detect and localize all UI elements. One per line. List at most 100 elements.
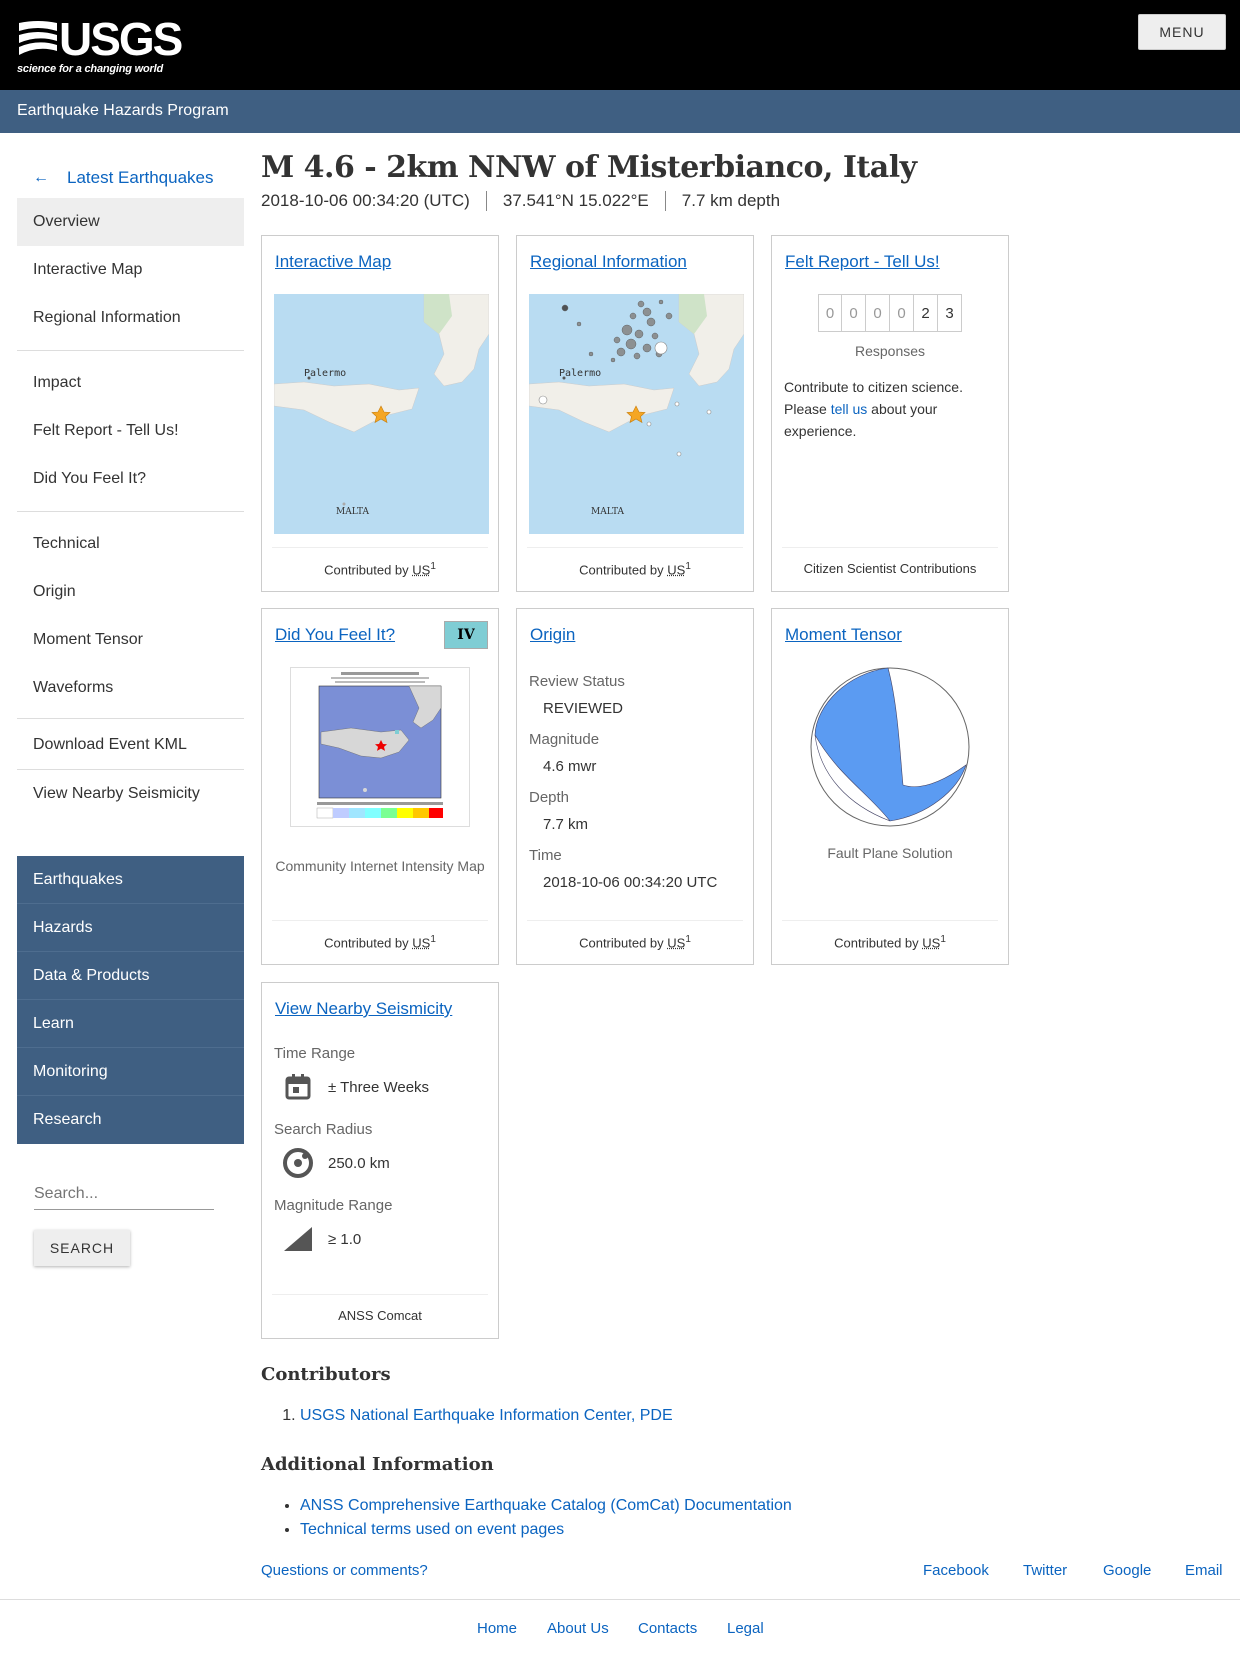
review-status-label: Review Status — [529, 673, 625, 690]
dyfi-link[interactable]: Did You Feel It? — [275, 625, 395, 645]
footer-contributed-label: Contributed by — [834, 935, 919, 951]
site-nav-hazards[interactable]: Hazards — [17, 904, 244, 952]
search-radius-label: Search Radius — [274, 1121, 373, 1138]
nearby-seismicity-footer: ANSS Comcat — [272, 1294, 488, 1328]
fault-plane-caption: Fault Plane Solution — [827, 845, 953, 861]
contributor-us[interactable]: US — [667, 935, 685, 950]
footer-about-link[interactable]: About Us — [547, 1620, 609, 1637]
review-status-value: REVIEWED — [543, 700, 624, 717]
origin-card[interactable]: Origin Review Status REVIEWED Magnitude … — [516, 608, 754, 965]
sidenav-divider — [17, 718, 244, 719]
google-link[interactable]: Google — [1103, 1562, 1151, 1579]
comcat-docs-link[interactable]: ANSS Comprehensive Earthquake Catalog (C… — [300, 1497, 792, 1514]
contributor-us[interactable]: US — [412, 562, 430, 577]
search-radius-row: 250.0 km — [282, 1147, 390, 1179]
contributor-us[interactable]: US — [412, 935, 430, 950]
footer-legal-link[interactable]: Legal — [727, 1620, 764, 1637]
sidenav-item-felt-report[interactable]: Felt Report - Tell Us! — [17, 407, 244, 455]
counter-digit: 0 — [866, 294, 890, 332]
site-nav-monitoring[interactable]: Monitoring — [17, 1048, 244, 1096]
menu-button[interactable]: MENU — [1138, 14, 1226, 50]
event-sidenav: ← Latest Earthquakes Overview Interactiv… — [17, 158, 244, 818]
sidenav-item-impact[interactable]: Impact — [17, 359, 244, 407]
interactive-map-thumbnail[interactable]: Palermo MALTA — [274, 294, 489, 534]
counter-digit: 2 — [914, 294, 938, 332]
twitter-link[interactable]: Twitter — [1023, 1562, 1067, 1579]
contributors-list: USGS National Earthquake Information Cen… — [300, 1404, 673, 1428]
felt-report-card[interactable]: Felt Report - Tell Us! 0 0 0 0 2 3 Respo… — [771, 235, 1009, 592]
regional-information-card[interactable]: Regional Information Palermo MALTA Contr… — [516, 235, 754, 592]
depth-label: Depth — [529, 789, 570, 806]
event-depth: 7.7 km depth — [664, 191, 796, 211]
search-button[interactable]: SEARCH — [34, 1230, 130, 1266]
site-nav: Earthquakes Hazards Data & Products Lear… — [17, 856, 244, 1144]
email-link[interactable]: Email — [1185, 1562, 1223, 1579]
latest-earthquakes-link[interactable]: ← Latest Earthquakes — [17, 158, 244, 198]
contributor-ref: 1 — [430, 561, 436, 572]
sidenav-item-interactive-map[interactable]: Interactive Map — [17, 246, 244, 294]
sidenav-item-regional-information[interactable]: Regional Information — [17, 294, 244, 342]
footer-contacts-link[interactable]: Contacts — [638, 1620, 697, 1637]
search-input[interactable] — [34, 1178, 214, 1210]
felt-report-link[interactable]: Felt Report - Tell Us! — [785, 252, 940, 272]
regional-information-link[interactable]: Regional Information — [530, 252, 687, 272]
program-title[interactable]: Earthquake Hazards Program — [17, 102, 229, 120]
felt-report-footer: Citizen Scientist Contributions — [782, 547, 998, 581]
sidenav-item-origin[interactable]: Origin — [17, 568, 244, 616]
list-item: ANSS Comprehensive Earthquake Catalog (C… — [300, 1494, 792, 1518]
origin-link[interactable]: Origin — [530, 625, 575, 645]
dyfi-intensity-map[interactable] — [290, 667, 470, 827]
dyfi-footer: Contributed by US1 — [272, 920, 488, 954]
site-nav-earthquakes[interactable]: Earthquakes — [17, 856, 244, 904]
dyfi-caption: Community Internet Intensity Map — [275, 858, 485, 874]
nearby-seismicity-link[interactable]: View Nearby Seismicity — [275, 999, 452, 1019]
site-nav-data-products[interactable]: Data & Products — [17, 952, 244, 1000]
sidenav-item-dyfi[interactable]: Did You Feel It? — [17, 455, 244, 503]
target-radius-icon — [282, 1147, 314, 1179]
page-title: M 4.6 - 2km NNW of Misterbianco, Italy — [261, 150, 917, 185]
additional-info-heading: Additional Information — [261, 1454, 494, 1475]
magnitude-range-value: ≥ 1.0 — [328, 1230, 362, 1248]
technical-terms-link[interactable]: Technical terms used on event pages — [300, 1521, 564, 1538]
program-bar: Earthquake Hazards Program — [0, 90, 1240, 133]
moment-tensor-card[interactable]: Moment Tensor Fault Plane Solution Contr… — [771, 608, 1009, 965]
interactive-map-link[interactable]: Interactive Map — [275, 252, 391, 272]
contributor-us[interactable]: US — [667, 562, 685, 577]
contributor-ref: 1 — [940, 934, 946, 945]
regional-information-footer: Contributed by US1 — [527, 547, 743, 581]
sidenav-item-waveforms[interactable]: Waveforms — [17, 664, 244, 712]
latest-earthquakes-label: Latest Earthquakes — [67, 168, 214, 187]
usgs-waves-icon — [19, 21, 57, 55]
regional-map-thumbnail[interactable]: Palermo MALTA — [529, 294, 744, 534]
sidenav-item-download-kml[interactable]: Download Event KML — [17, 721, 244, 769]
sidenav-item-overview[interactable]: Overview — [17, 198, 244, 246]
moment-tensor-footer: Contributed by US1 — [782, 920, 998, 954]
questions-comments-link[interactable]: Questions or comments? — [261, 1562, 428, 1579]
origin-summary: Review Status REVIEWED Magnitude 4.6 mwr… — [529, 665, 717, 891]
site-nav-learn[interactable]: Learn — [17, 1000, 244, 1048]
facebook-link[interactable]: Facebook — [923, 1562, 989, 1579]
contributor-us[interactable]: US — [922, 935, 940, 950]
contributor-link[interactable]: USGS National Earthquake Information Cen… — [300, 1407, 673, 1424]
nearby-seismicity-card[interactable]: View Nearby Seismicity Time Range ± Thre… — [261, 982, 499, 1339]
sidenav-divider — [17, 350, 244, 351]
sidenav-item-nearby-seismicity[interactable]: View Nearby Seismicity — [17, 770, 244, 818]
dyfi-card[interactable]: Did You Feel It? IV Community Internet I… — [261, 608, 499, 965]
event-location: 37.541°N 15.022°E — [485, 191, 665, 211]
footer-home-link[interactable]: Home — [477, 1620, 517, 1637]
sidenav-item-technical[interactable]: Technical — [17, 520, 244, 568]
tell-us-link[interactable]: tell us — [831, 401, 868, 417]
site-nav-research[interactable]: Research — [17, 1096, 244, 1144]
origin-footer: Contributed by US1 — [527, 920, 743, 954]
moment-tensor-link[interactable]: Moment Tensor — [785, 625, 902, 645]
back-arrow-icon: ← — [33, 169, 49, 186]
time-range-label: Time Range — [274, 1045, 356, 1062]
sidenav-item-moment-tensor[interactable]: Moment Tensor — [17, 616, 244, 664]
contributor-ref: 1 — [685, 561, 691, 572]
interactive-map-card[interactable]: Interactive Map Palermo MALTA Contribute… — [261, 235, 499, 592]
contributors-heading: Contributors — [261, 1364, 391, 1385]
beachball-diagram[interactable] — [808, 665, 972, 829]
usgs-logo[interactable]: USGS science for a changing world — [17, 16, 183, 75]
additional-info-list: ANSS Comprehensive Earthquake Catalog (C… — [300, 1494, 792, 1542]
responses-label: Responses — [854, 343, 926, 359]
